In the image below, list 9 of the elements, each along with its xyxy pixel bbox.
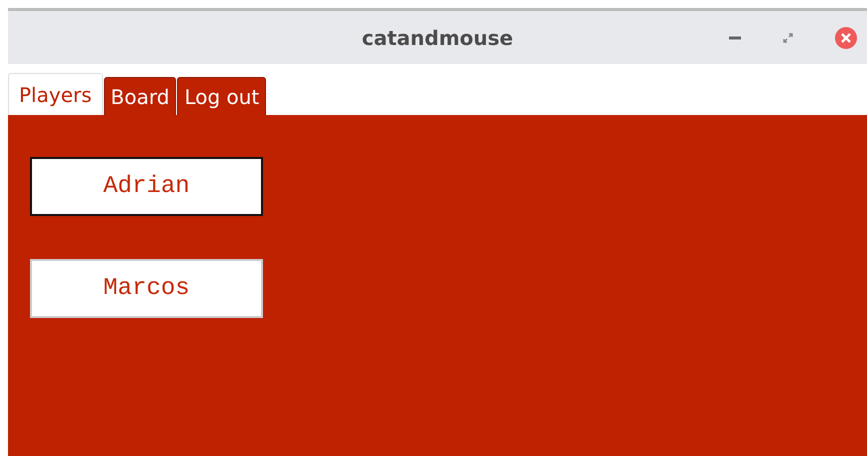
tab[interactable]: Log out	[177, 77, 266, 115]
window-title: catandmouse	[362, 26, 514, 50]
restore-icon[interactable]	[783, 33, 793, 43]
close-icon[interactable]	[835, 27, 857, 49]
player-button[interactable]: Marcos	[30, 259, 263, 318]
tab[interactable]: Players	[8, 73, 103, 115]
minimize-icon[interactable]	[729, 36, 741, 40]
tab[interactable]: Board	[104, 77, 176, 115]
player-button[interactable]: Adrian	[30, 157, 263, 216]
